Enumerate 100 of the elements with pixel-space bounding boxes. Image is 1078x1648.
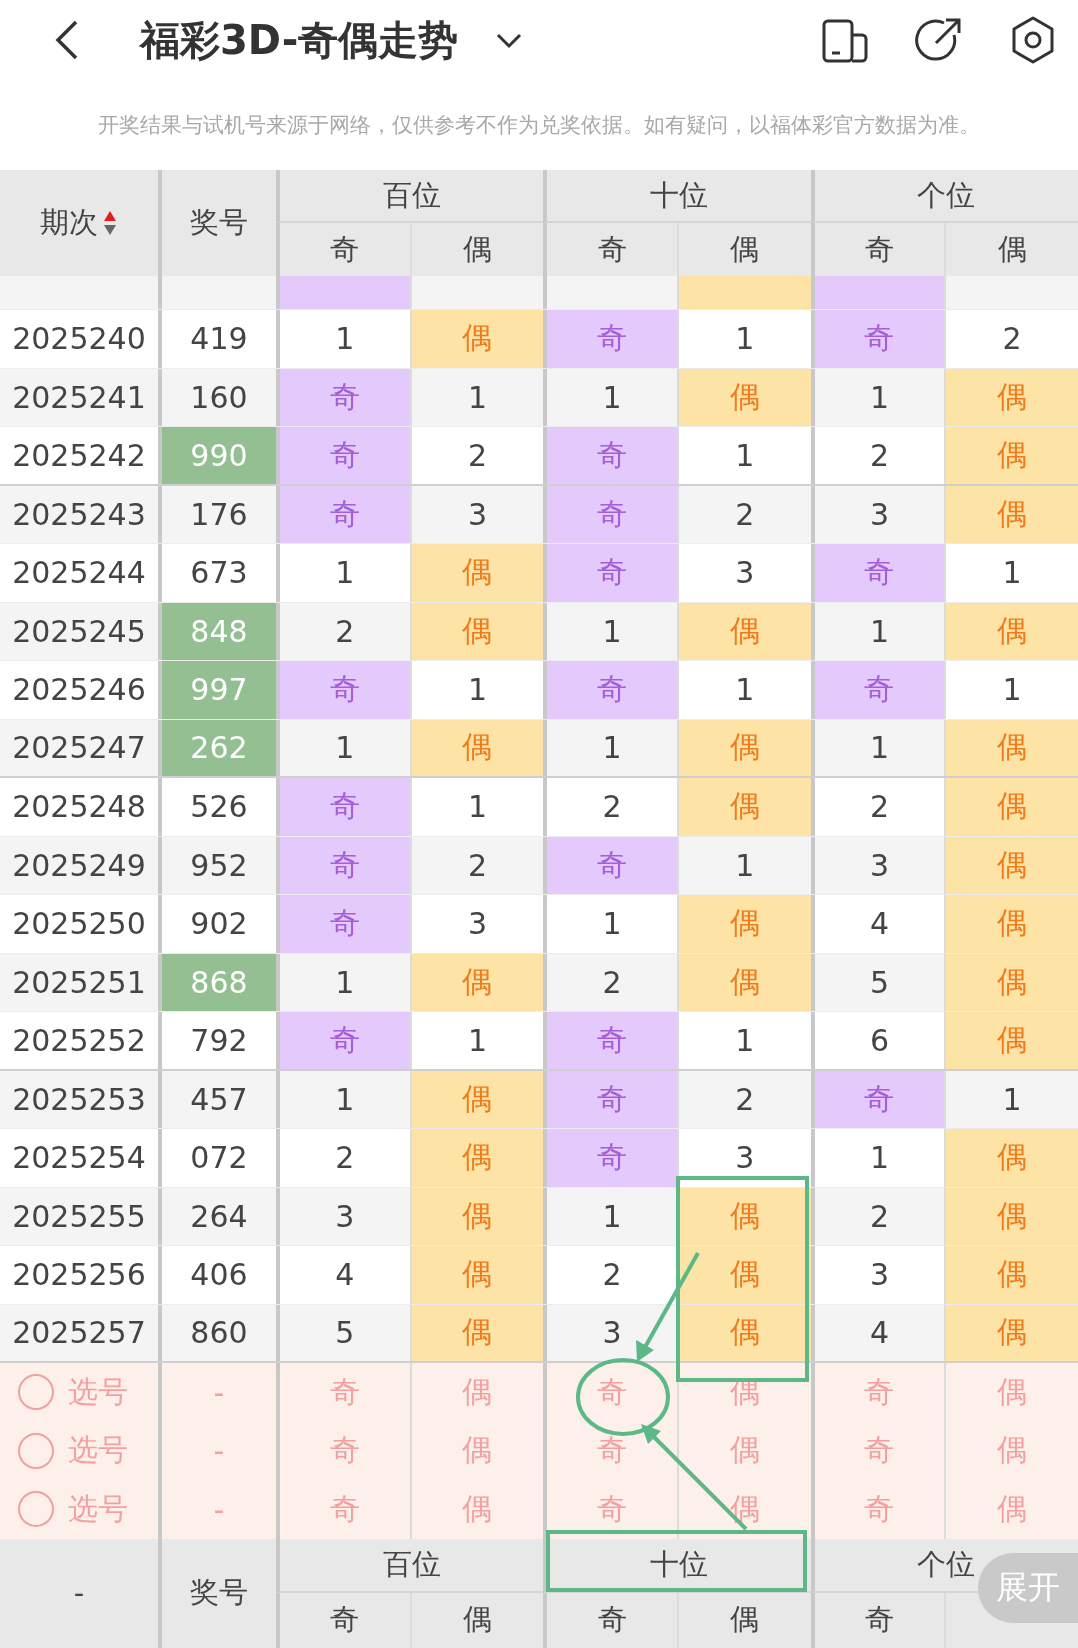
- column-header: 奇: [810, 1592, 945, 1648]
- column-header: 奇: [276, 1592, 410, 1648]
- table-cell: 偶: [944, 836, 1078, 894]
- table-cell: 奇: [810, 661, 945, 719]
- table-cell: 偶: [677, 953, 811, 1011]
- table-cell-text: 2025240: [11, 320, 147, 359]
- pick-label: 选号: [68, 1489, 128, 1528]
- table-cell: 奇: [276, 1012, 410, 1069]
- table-cell: 1: [409, 778, 544, 836]
- group-header: 个位: [810, 170, 1078, 223]
- table-cell: 偶: [944, 368, 1078, 426]
- pick-label: 选号: [68, 1372, 128, 1411]
- radio-button[interactable]: [18, 1374, 54, 1411]
- table-cell-text: 2025242: [11, 436, 147, 475]
- group-header: 百位: [276, 170, 544, 223]
- table-cell: 奇: [543, 661, 677, 719]
- table-cell: 264: [158, 1187, 276, 1245]
- table-cell: 奇: [276, 895, 410, 953]
- table-cell: 2: [944, 310, 1078, 368]
- table-cell: 848: [158, 602, 276, 660]
- pick-label: 选号: [68, 1431, 128, 1470]
- table-cell: 偶: [677, 719, 811, 776]
- table-cell-text: 2025248: [11, 788, 147, 827]
- table-cell: 偶: [944, 895, 1078, 953]
- table-cell: 偶: [677, 368, 811, 426]
- group-header: 十位: [543, 1538, 811, 1593]
- table-cell: 偶: [677, 1187, 811, 1245]
- table-cell: 1: [677, 1012, 811, 1069]
- table-cell-text: 2025245: [11, 612, 147, 651]
- table-cell: 2: [677, 485, 811, 543]
- table-cell: 偶: [677, 1246, 811, 1304]
- table-cell: 奇: [543, 544, 677, 602]
- column-header[interactable]: 期次: [40, 203, 98, 243]
- footer-cell-text: -: [72, 1575, 86, 1612]
- table-cell: 偶: [944, 485, 1078, 543]
- table-cell-text: 2025243: [11, 495, 147, 534]
- table-cell: 偶: [409, 719, 544, 776]
- column-header: 奖号: [158, 1538, 276, 1648]
- page-title: 福彩3D-奇偶走势: [140, 15, 459, 65]
- disclaimer-text: 开奖结果与试机号来源于网络，仅供参考不作为兑奖依据。如有疑问，以福体彩官方数据为准。: [97, 112, 981, 139]
- table-cell-text: 2025246: [11, 671, 147, 710]
- table-cell-text: 2025249: [11, 846, 147, 885]
- table-cell: 偶: [677, 602, 811, 660]
- table-cell: 奇: [810, 310, 945, 368]
- table-cell: 奇: [543, 836, 677, 894]
- radio-button[interactable]: [18, 1432, 54, 1469]
- table-cell: 奇: [276, 661, 410, 719]
- table-cell: 偶: [944, 1304, 1078, 1361]
- table-cell: 偶: [409, 1246, 544, 1304]
- column-header: 偶: [677, 1592, 811, 1648]
- table-cell: 偶: [409, 953, 544, 1011]
- table-cell-text: 2025252: [11, 1021, 147, 1060]
- column-header: 奇: [543, 1592, 677, 1648]
- table-cell: 1: [409, 368, 544, 426]
- table-cell: 偶: [944, 1129, 1078, 1187]
- group-header: 十位: [543, 170, 811, 223]
- table-cell: 偶: [944, 719, 1078, 776]
- table-cell: 奇: [276, 427, 410, 484]
- table-cell: 868: [158, 953, 276, 1011]
- table-cell-text: 2025247: [11, 729, 147, 768]
- table-cell: 偶: [409, 602, 544, 660]
- table-cell-text: 2025253: [11, 1080, 147, 1119]
- table-cell: 偶: [944, 1246, 1078, 1304]
- column-header: 偶: [409, 1592, 544, 1648]
- table-cell: 奇: [276, 836, 410, 894]
- table-cell: 偶: [944, 778, 1078, 836]
- table-cell: 偶: [944, 427, 1078, 484]
- table-cell-text: 2025250: [11, 905, 147, 944]
- table-cell: 偶: [944, 602, 1078, 660]
- table-cell: 偶: [409, 1304, 544, 1361]
- table-cell-text: 2025251: [11, 963, 147, 1002]
- table-cell: 偶: [409, 1187, 544, 1245]
- table-cell: 奇: [543, 485, 677, 543]
- table-cell: 奇: [543, 310, 677, 368]
- table-cell: 偶: [677, 895, 811, 953]
- table-cell: 990: [158, 427, 276, 484]
- table-cell: 262: [158, 719, 276, 776]
- table-cell: 1: [944, 544, 1078, 602]
- table-cell: 偶: [409, 310, 544, 368]
- table-cell: 偶: [944, 953, 1078, 1011]
- table-cell: 奇: [810, 544, 945, 602]
- table-cell: 偶: [409, 1070, 544, 1128]
- table-cell-text: 2025256: [11, 1256, 147, 1295]
- table-cell-text: 2025254: [11, 1139, 147, 1178]
- table-cell: 偶: [677, 1304, 811, 1361]
- table-cell: 偶: [944, 1012, 1078, 1069]
- table-cell: 偶: [677, 778, 811, 836]
- table-cell: 奇: [276, 778, 410, 836]
- table-cell: 奇: [276, 485, 410, 543]
- table-cell: 1: [944, 661, 1078, 719]
- table-cell: 奇: [810, 1070, 945, 1128]
- table-cell: 偶: [409, 544, 544, 602]
- table-cell: 3: [677, 1129, 811, 1187]
- table-cell-text: 2025244: [11, 554, 147, 593]
- table-cell: 奇: [543, 1012, 677, 1069]
- table-cell-text: 2025255: [11, 1197, 147, 1236]
- radio-button[interactable]: [18, 1491, 54, 1528]
- group-header: 百位: [276, 1538, 544, 1593]
- table-cell: 457: [158, 1070, 276, 1128]
- table-cell: 偶: [409, 1129, 544, 1187]
